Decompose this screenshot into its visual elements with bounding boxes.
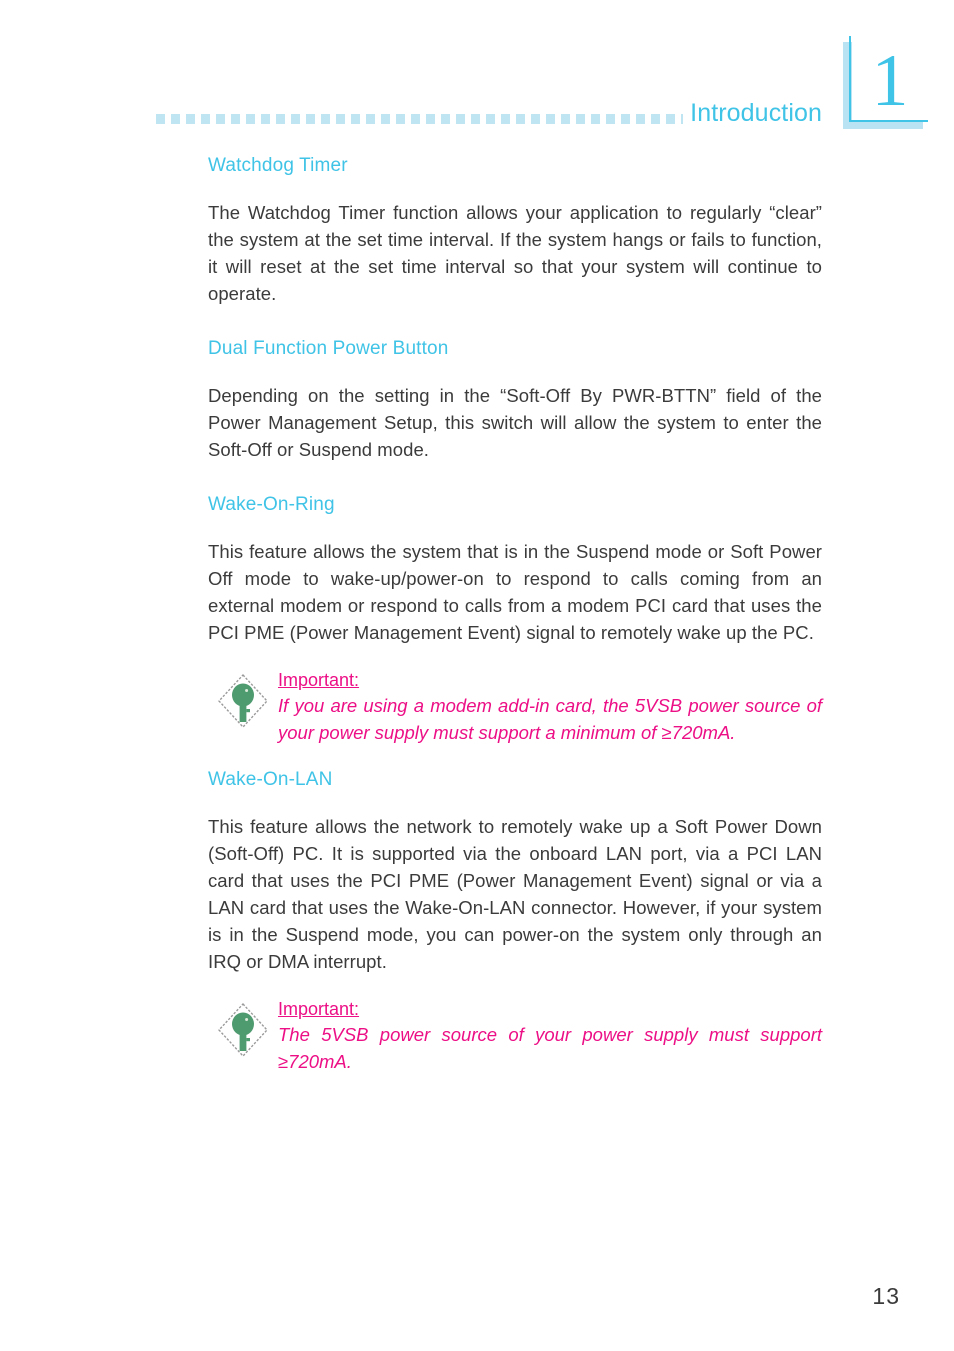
important-note-wake-on-lan: Important: The 5VSB power source of your… <box>208 997 822 1075</box>
key-diamond-icon <box>216 672 270 730</box>
chapter-badge: 1 <box>843 36 928 132</box>
page-title: Introduction <box>690 99 822 127</box>
section-wake-on-lan: Wake-On-LAN This feature allows the netw… <box>208 768 822 975</box>
page-content: Watchdog Timer The Watchdog Timer functi… <box>208 154 822 1075</box>
important-note-label: Important: <box>278 999 360 1019</box>
section-body-dual-function-power-button: Depending on the setting in the “Soft-Of… <box>208 385 822 460</box>
page-header: Introduction 1 <box>0 0 954 140</box>
section-body-watchdog-timer: The Watchdog Timer function allows your … <box>208 202 822 304</box>
header-dotted-rule <box>156 114 683 124</box>
important-note-label: Important: <box>278 670 360 690</box>
section-title-wake-on-ring: Wake-On-Ring <box>208 494 335 515</box>
page-number: 13 <box>872 1283 900 1309</box>
important-note-body: If you are using a modem add-in card, th… <box>278 695 822 743</box>
section-title-wake-on-lan: Wake-On-LAN <box>208 769 333 790</box>
section-watchdog-timer: Watchdog Timer The Watchdog Timer functi… <box>208 154 822 307</box>
chapter-bracket-thin-vertical <box>849 36 851 122</box>
chapter-number: 1 <box>871 40 909 122</box>
important-note-body: The 5VSB power source of your power supp… <box>278 1024 822 1072</box>
key-diamond-icon <box>216 1001 270 1059</box>
section-body-wake-on-lan: This feature allows the network to remot… <box>208 816 822 972</box>
section-wake-on-ring: Wake-On-Ring This feature allows the sys… <box>208 493 822 646</box>
section-title-watchdog-timer: Watchdog Timer <box>208 155 348 176</box>
important-note-wake-on-ring: Important: If you are using a modem add-… <box>208 668 822 746</box>
section-title-dual-function-power-button: Dual Function Power Button <box>208 338 449 359</box>
section-dual-function-power-button: Dual Function Power Button Depending on … <box>208 337 822 463</box>
section-body-wake-on-ring: This feature allows the system that is i… <box>208 541 822 643</box>
